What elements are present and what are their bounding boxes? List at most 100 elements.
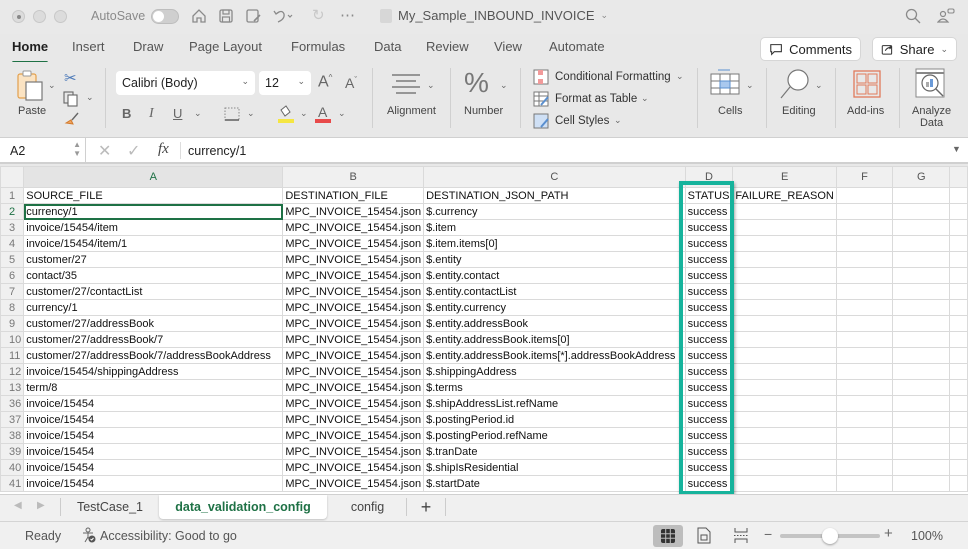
cell-b[interactable]: MPC_INVOICE_15454.json xyxy=(282,427,425,444)
cell-e[interactable] xyxy=(732,443,837,460)
cell-b[interactable]: MPC_INVOICE_15454.json xyxy=(282,203,425,220)
tab-draw[interactable]: Draw xyxy=(133,39,163,54)
cell-g[interactable] xyxy=(892,203,951,220)
maximize-window-button[interactable] xyxy=(54,10,67,23)
column-header-b[interactable]: B xyxy=(282,166,425,188)
analyze-data-icon[interactable] xyxy=(915,68,949,103)
cell-f[interactable] xyxy=(835,219,894,236)
cell-extra[interactable] xyxy=(949,235,968,252)
cell-e[interactable] xyxy=(732,331,837,348)
cell-b[interactable]: MPC_INVOICE_15454.json xyxy=(282,267,425,284)
cell-a[interactable]: invoice/15454/item/1 xyxy=(23,235,284,252)
cell-a[interactable]: contact/35 xyxy=(23,267,284,284)
zoom-out-button[interactable]: − xyxy=(764,526,772,542)
format-as-table-button[interactable]: Format as Table xyxy=(555,93,637,105)
expand-formula-bar-icon[interactable]: ▼ xyxy=(952,144,961,154)
cell-extra[interactable] xyxy=(949,219,968,236)
cell-a[interactable]: customer/27/contactList xyxy=(23,283,284,300)
cell-c[interactable]: $.entity.currency xyxy=(423,299,686,316)
cell-a[interactable]: invoice/15454/shippingAddress xyxy=(23,363,284,380)
cell-extra[interactable] xyxy=(949,475,968,492)
page-layout-view-icon[interactable] xyxy=(697,527,711,547)
confirm-edit-icon[interactable]: ✓ xyxy=(127,141,140,161)
row-header[interactable]: 9 xyxy=(0,315,25,332)
row-header[interactable]: 8 xyxy=(0,299,25,316)
cell-d[interactable]: success xyxy=(684,203,734,220)
cell-f[interactable] xyxy=(835,395,894,412)
cell-f[interactable] xyxy=(835,331,894,348)
conditional-formatting-button[interactable]: Conditional Formatting xyxy=(555,71,671,83)
cell-g[interactable] xyxy=(892,187,951,204)
cell-f[interactable] xyxy=(835,251,894,268)
cell-g[interactable] xyxy=(892,235,951,252)
document-title[interactable]: My_Sample_INBOUND_INVOICE ⌄ xyxy=(380,8,608,23)
cell-c[interactable]: $.tranDate xyxy=(423,443,686,460)
undo-icon[interactable] xyxy=(272,8,294,28)
row-header[interactable]: 11 xyxy=(0,347,25,364)
cell-e[interactable] xyxy=(732,267,837,284)
tab-page-layout[interactable]: Page Layout xyxy=(189,39,262,54)
format-painter-icon[interactable] xyxy=(64,111,80,130)
cell-f[interactable] xyxy=(835,475,894,492)
cell-e[interactable] xyxy=(732,203,837,220)
cell-extra[interactable] xyxy=(949,187,968,204)
row-header[interactable]: 1 xyxy=(0,187,25,204)
cell-c[interactable]: $.shipIsResidential xyxy=(423,459,686,476)
cell-d[interactable]: success xyxy=(684,443,734,460)
cell-extra[interactable] xyxy=(949,347,968,364)
name-box[interactable]: A2 ▲ ▼ xyxy=(0,138,86,163)
cell-e[interactable] xyxy=(732,427,837,444)
number-format-icon[interactable]: % xyxy=(464,67,489,99)
cell-e[interactable]: FAILURE_REASON xyxy=(732,187,837,204)
decrease-font-size-icon[interactable]: Aˇ xyxy=(345,75,357,91)
cell-extra[interactable] xyxy=(949,459,968,476)
cell-e[interactable] xyxy=(732,347,837,364)
row-header[interactable]: 13 xyxy=(0,379,25,396)
cell-g[interactable] xyxy=(892,283,951,300)
cell-e[interactable] xyxy=(732,363,837,380)
row-header[interactable]: 36 xyxy=(0,395,25,412)
copy-dropdown-icon[interactable]: ⌄ xyxy=(86,92,94,103)
cell-c[interactable]: $.shipAddressList.refName xyxy=(423,395,686,412)
font-size-dropdown[interactable]: 12 ⌄ xyxy=(259,71,311,95)
home-icon[interactable] xyxy=(191,8,207,28)
cell-f[interactable] xyxy=(835,427,894,444)
column-header-a[interactable]: A xyxy=(23,166,284,188)
minimize-window-button[interactable] xyxy=(33,10,46,23)
cell-a[interactable]: invoice/15454 xyxy=(23,475,284,492)
cell-e[interactable] xyxy=(732,379,837,396)
tab-formulas[interactable]: Formulas xyxy=(291,39,345,54)
autosave-toggle[interactable] xyxy=(151,9,179,24)
cell-f[interactable] xyxy=(835,347,894,364)
cell-styles-icon[interactable] xyxy=(533,113,549,132)
cell-c[interactable]: DESTINATION_JSON_PATH xyxy=(423,187,686,204)
row-header[interactable]: 10 xyxy=(0,331,25,348)
save-icon[interactable] xyxy=(218,8,234,28)
row-header[interactable]: 41 xyxy=(0,475,25,492)
cell-a[interactable]: customer/27/addressBook xyxy=(23,315,284,332)
cell-f[interactable] xyxy=(835,235,894,252)
cell-f[interactable] xyxy=(835,203,894,220)
cell-a[interactable]: currency/1 xyxy=(23,299,284,316)
cell-g[interactable] xyxy=(892,363,951,380)
cell-a[interactable]: customer/27/addressBook/7 xyxy=(23,331,284,348)
column-header-f[interactable]: F xyxy=(835,166,894,188)
add-ins-icon[interactable] xyxy=(853,70,881,101)
paste-dropdown-icon[interactable]: ⌄ xyxy=(48,80,56,91)
cell-e[interactable] xyxy=(732,299,837,316)
cell-a[interactable]: invoice/15454 xyxy=(23,459,284,476)
cell-d[interactable]: success xyxy=(684,475,734,492)
cell-g[interactable] xyxy=(892,331,951,348)
cell-e[interactable] xyxy=(732,235,837,252)
page-break-view-icon[interactable] xyxy=(733,527,749,547)
cell-b[interactable]: MPC_INVOICE_15454.json xyxy=(282,331,425,348)
cell-d[interactable]: STATUS xyxy=(684,187,734,204)
cell-e[interactable] xyxy=(732,411,837,428)
cell-a[interactable]: customer/27/addressBook/7/addressBookAdd… xyxy=(23,347,284,364)
insert-function-icon[interactable]: fx xyxy=(158,141,169,158)
sheet-tab-data-validation-config[interactable]: data_validation_config xyxy=(159,495,327,519)
cancel-edit-icon[interactable]: ✕ xyxy=(98,141,111,161)
cell-g[interactable] xyxy=(892,427,951,444)
cell-e[interactable] xyxy=(732,219,837,236)
cell-b[interactable]: MPC_INVOICE_15454.json xyxy=(282,235,425,252)
